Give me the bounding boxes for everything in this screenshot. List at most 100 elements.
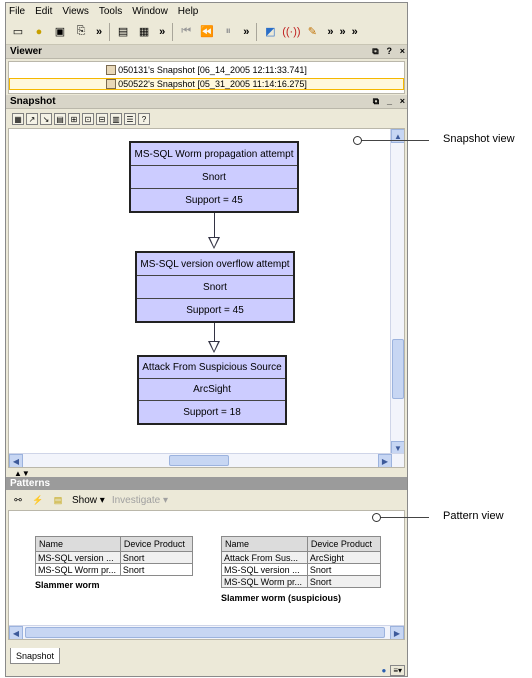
snapshot-list-item-selected[interactable]: 050522's Snapshot [05_31_2005 11:14:16.2…	[9, 78, 404, 90]
help-icon[interactable]: ?	[138, 113, 150, 125]
node-product: Snort	[131, 166, 297, 189]
zoom-out-icon[interactable]: ↘	[40, 113, 52, 125]
table-cell: MS-SQL Worm pr...	[35, 563, 121, 576]
layout-icon[interactable]: ▦	[12, 113, 24, 125]
new-icon[interactable]: ▭	[9, 23, 27, 41]
toolbar-overflow-icon[interactable]: »	[327, 26, 333, 38]
float-icon[interactable]: ⧉	[373, 96, 379, 106]
pattern-table[interactable]: Name Device Product MS-SQL version ... S…	[35, 536, 194, 576]
splitter-arrows-icon[interactable]: ▲▼	[14, 469, 44, 478]
scroll-left-icon[interactable]: ◀	[9, 626, 23, 639]
patterns-title: Patterns	[10, 478, 51, 489]
snapshot-graph-canvas[interactable]: MS-SQL Worm propagation attempt Snort Su…	[8, 128, 405, 468]
node-support: Support = 18	[183, 406, 241, 418]
list-icon[interactable]: ☰	[124, 113, 136, 125]
graph-edge	[214, 323, 215, 343]
column-header[interactable]: Device Product	[306, 536, 382, 552]
column-header[interactable]: Device Product	[119, 536, 194, 552]
toolbar-overflow-icon[interactable]: »	[159, 26, 165, 38]
tool-icon[interactable]: ✎	[303, 23, 321, 41]
graph-node[interactable]: MS-SQL version overflow attempt Snort Su…	[135, 251, 295, 323]
open-icon[interactable]: ●	[30, 23, 48, 41]
scroll-thumb[interactable]	[392, 339, 404, 399]
table-icon[interactable]: ▥	[110, 113, 122, 125]
viewer-controls: ⧉ ? ×	[367, 46, 405, 57]
toolbar-overflow-icon[interactable]: »	[340, 26, 346, 38]
expand-icon[interactable]: ⊡	[82, 113, 94, 125]
zoom-in-icon[interactable]: ↗	[26, 113, 38, 125]
column-header[interactable]: Name	[35, 536, 121, 552]
menu-edit[interactable]: Edit	[35, 6, 52, 17]
snapshot-list-item[interactable]: 050131's Snapshot [06_14_2005 12:11:33.7…	[9, 64, 404, 76]
main-window: File Edit Views Tools Window Help ▭ ● ▣ …	[5, 2, 408, 677]
menu-tools[interactable]: Tools	[99, 6, 122, 17]
status-globe-icon[interactable]: ●	[381, 666, 386, 675]
toolbar-overflow-icon[interactable]: »	[96, 26, 102, 38]
scroll-right-icon[interactable]: ▶	[378, 454, 392, 467]
graph-node[interactable]: Attack From Suspicious Source ArcSight S…	[137, 355, 287, 425]
menu-window[interactable]: Window	[132, 6, 168, 17]
scroll-right-icon[interactable]: ▶	[390, 626, 404, 639]
rewind-icon[interactable]: ⏪	[198, 23, 216, 41]
save-icon[interactable]: ▣	[51, 23, 69, 41]
pattern-table[interactable]: Name Device Product Attack From Sus... A…	[221, 536, 382, 588]
callout-dot-icon	[353, 136, 362, 145]
table-row[interactable]: MS-SQL Worm pr... Snort	[221, 575, 382, 588]
table-cell: Snort	[306, 575, 382, 588]
menu-file[interactable]: File	[9, 6, 25, 17]
export-icon[interactable]: ⎘	[72, 23, 90, 41]
table-cell: Attack From Sus...	[221, 551, 308, 564]
float-icon[interactable]: ⧉	[372, 46, 378, 56]
alert-icon[interactable]: ⚡	[32, 494, 44, 506]
snapshot-controls: ⧉ _ ×	[368, 96, 405, 107]
table-row[interactable]: MS-SQL version ... Snort	[221, 563, 382, 576]
callout-pattern-view: Pattern view	[443, 510, 504, 522]
vertical-scrollbar[interactable]: ▲ ▼	[390, 129, 404, 455]
notes-icon[interactable]: ▤	[52, 494, 64, 506]
tab-snapshot[interactable]: Snapshot	[10, 648, 60, 664]
arrowhead-icon	[208, 341, 220, 353]
horizontal-scrollbar[interactable]: ◀ ▶	[9, 453, 404, 467]
table-row[interactable]: MS-SQL version ... Snort	[35, 551, 194, 564]
viewer-title: Viewer	[10, 46, 43, 57]
menu-help[interactable]: Help	[178, 6, 199, 17]
table-row[interactable]: MS-SQL Worm pr... Snort	[35, 563, 194, 576]
graph-node[interactable]: MS-SQL Worm propagation attempt Snort Su…	[129, 141, 299, 213]
broadcast-icon[interactable]: ((·))	[282, 23, 300, 41]
tree-icon[interactable]: ⊞	[68, 113, 80, 125]
filter-icon[interactable]: ▤	[54, 113, 66, 125]
collapse-icon[interactable]: ⊟	[96, 113, 108, 125]
grid-icon[interactable]: ▦	[135, 23, 153, 41]
graph-view-icon[interactable]: ⚯	[12, 494, 24, 506]
monitor-icon[interactable]: ◩	[261, 23, 279, 41]
table-row[interactable]: Attack From Sus... ArcSight	[221, 551, 382, 564]
menu-views[interactable]: Views	[62, 6, 89, 17]
close-icon[interactable]: ×	[400, 46, 405, 56]
pause-icon[interactable]: ⏸	[219, 23, 237, 41]
graph-edge	[214, 213, 215, 239]
first-icon[interactable]: ⏮	[177, 23, 195, 41]
horizontal-scrollbar[interactable]: ◀ ▶	[9, 625, 404, 639]
toolbar-overflow-icon[interactable]: »	[243, 26, 249, 38]
snapshot-label: 050131's Snapshot [06_14_2005 12:11:33.7…	[118, 65, 307, 75]
snapshot-toolbar: ▦ ↗ ↘ ▤ ⊞ ⊡ ⊟ ▥ ☰ ?	[6, 110, 407, 128]
scroll-left-icon[interactable]: ◀	[9, 454, 23, 467]
snapshot-icon	[106, 79, 117, 89]
close-icon[interactable]: ×	[400, 96, 405, 106]
table-header-row: Name Device Product	[221, 536, 382, 552]
pattern-caption: Slammer worm (suspicious)	[221, 593, 342, 603]
scroll-thumb[interactable]	[169, 455, 229, 466]
scroll-thumb[interactable]	[25, 627, 385, 638]
view-icon[interactable]: ▤	[114, 23, 132, 41]
help-icon[interactable]: ?	[386, 46, 392, 56]
investigate-dropdown[interactable]: Investigate ▾	[112, 495, 168, 506]
callout-line	[359, 140, 429, 141]
table-header-row: Name Device Product	[35, 536, 194, 552]
column-header[interactable]: Name	[221, 536, 308, 552]
minimize-icon[interactable]: _	[387, 96, 392, 106]
callout-snapshot-view: Snapshot view	[443, 133, 515, 145]
toolbar-separator	[172, 22, 174, 41]
show-dropdown[interactable]: Show ▾	[72, 495, 105, 506]
status-menu-icon[interactable]: ≡▾	[390, 665, 405, 676]
toolbar-overflow-icon[interactable]: »	[352, 26, 358, 38]
